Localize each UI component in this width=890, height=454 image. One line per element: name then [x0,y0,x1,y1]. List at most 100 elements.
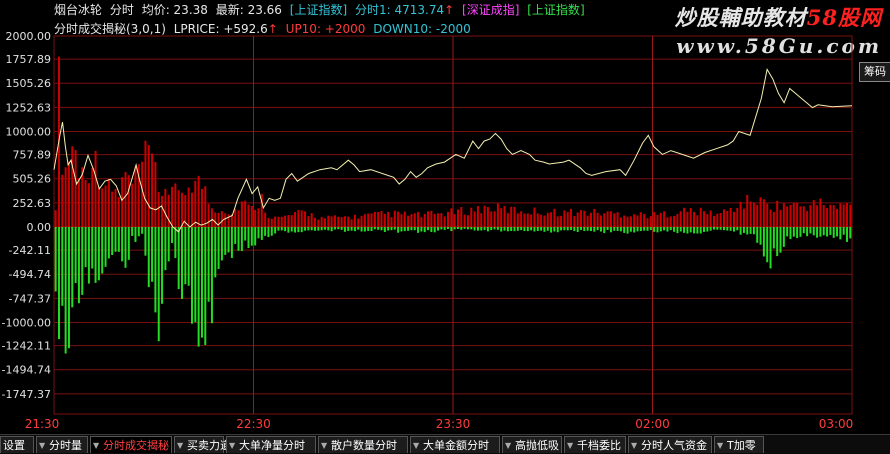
up-volume-bar [390,217,393,227]
up-volume-bar [633,214,636,227]
tab-8[interactable]: ▼ 千档委比 [564,436,626,453]
down-volume-bar [769,227,772,269]
up-volume-bar [616,212,619,227]
down-volume-bar [633,227,636,233]
up-volume-bar [566,212,569,227]
chip-distribution-button[interactable]: 筹码 [859,62,890,82]
up-volume-bar [64,167,67,227]
up-volume-bar [370,213,373,227]
up-volume-bar [104,185,107,227]
up-volume-bar [171,186,174,227]
down-volume-bar [473,227,476,231]
up-volume-bar [606,211,609,227]
tab-7[interactable]: ▼ 高抛低吸 [502,436,562,453]
down-volume-bar [560,227,563,231]
down-volume-bar [580,227,583,230]
tab-3[interactable]: ▼ 买卖力道 [174,436,231,453]
up-volume-bar [513,206,516,227]
up-volume-bar [330,216,333,227]
tab-0[interactable]: 设置 [0,436,34,453]
up-volume-bar [107,178,110,227]
up-volume-bar [466,215,469,227]
down-volume-bar [77,227,80,304]
down-volume-bar [570,227,573,230]
up-volume-bar [703,211,706,227]
down-volume-bar [796,227,799,239]
down-volume-bar [759,227,762,245]
down-volume-bar [746,227,749,235]
down-volume-bar [413,227,416,231]
up-volume-bar [500,208,503,227]
up-volume-bar [450,208,453,227]
up-volume-bar [536,213,539,227]
up-volume-bar [836,208,839,227]
up-volume-bar [683,207,686,227]
down-volume-bar [91,227,94,269]
down-volume-bar [603,227,606,234]
down-volume-bar [812,227,815,236]
tab-2[interactable]: ▼ 分时成交揭秘 [90,436,172,453]
up-volume-bar [430,210,433,227]
up-volume-bar [756,204,759,227]
up-volume-bar [91,167,94,227]
down-volume-bar [609,227,612,233]
up-volume-bar [433,213,436,227]
down-volume-bar [543,227,546,232]
down-volume-bar [117,227,120,252]
up-volume-bar [456,209,459,227]
down-volume-bar [486,227,489,232]
tab-label: 大单金额分时 [423,439,489,452]
down-volume-bar [726,227,729,231]
up-volume-bar [749,201,752,227]
down-volume-bar [676,227,679,234]
tab-label: 买卖力道 [187,439,231,452]
down-volume-bar [629,227,632,232]
down-volume-bar [97,227,100,281]
up-volume-bar [181,192,184,227]
intraday-chart[interactable]: 2000.00 1757.89 1505.26 1252.63 1000.00 757.8… [0,0,890,434]
y-tick-label: 757.89 [13,149,52,162]
up-volume-bar [693,211,696,227]
down-volume-bar [127,227,130,260]
tab-label: 千档委比 [577,439,621,452]
down-volume-bar [237,227,240,251]
up-volume-bar [304,211,307,227]
down-volume-bar [523,227,526,232]
up-volume-bar [772,211,775,227]
tab-label: 高抛低吸 [515,439,559,452]
up-volume-bar [483,205,486,227]
up-volume-bar [377,212,380,227]
y-tick-label: -747.37 [9,292,51,305]
tab-6[interactable]: ▼ 大单金额分时 [410,436,500,453]
down-volume-bar [161,227,164,304]
tab-4[interactable]: ▼ 大单净量分时 [226,436,316,453]
down-volume-bar [643,227,646,231]
up-volume-bar [806,210,809,227]
y-tick-label: 252.63 [13,197,52,210]
up-volume-bar [84,179,87,227]
tab-10[interactable]: ▼ T加零 [714,436,764,453]
down-volume-bar [171,227,174,244]
up-volume-bar [659,212,662,227]
y-tick-label: 1000.00 [6,126,52,139]
down-volume-bar [323,227,326,230]
tab-5[interactable]: ▼ 散户数量分时 [318,436,408,453]
down-volume-bar [606,227,609,230]
up-volume-bar [666,217,669,227]
down-volume-bar [586,227,589,231]
up-volume-bar [526,213,529,227]
up-volume-bar [284,215,287,227]
down-volume-bar [174,227,177,259]
tab-9[interactable]: ▼ 分时人气资金 [628,436,712,453]
up-volume-bar [629,216,632,227]
up-volume-bar [207,203,210,227]
up-volume-bar [663,211,666,227]
down-volume-bar [360,227,363,232]
tab-1[interactable]: ▼ 分时量 [36,436,88,453]
up-volume-bar [320,216,323,227]
up-volume-bar [516,213,519,227]
down-volume-bar [616,227,619,231]
up-volume-bar [556,216,559,227]
up-volume-bar [599,215,602,227]
up-volume-bar [726,210,729,227]
